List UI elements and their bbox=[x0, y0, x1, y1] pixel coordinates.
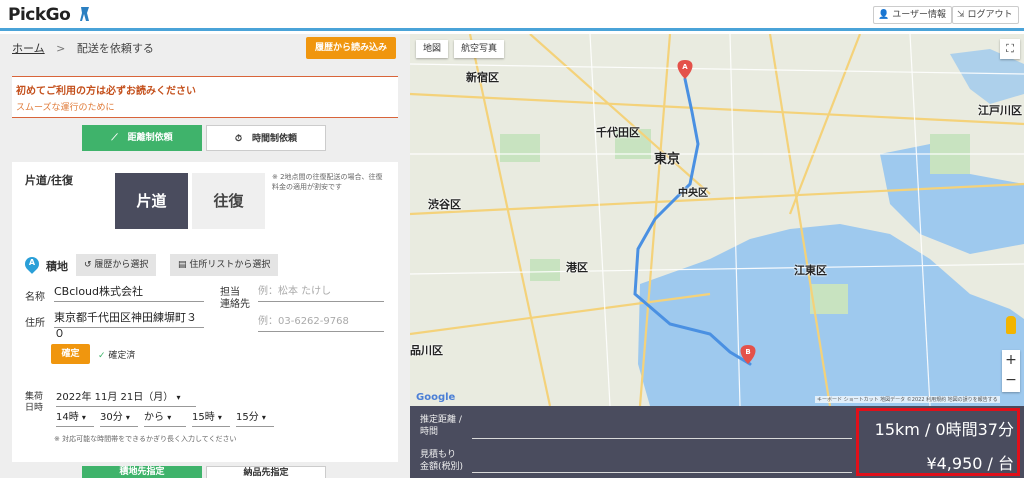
zoom-out-button[interactable]: − bbox=[1002, 371, 1020, 392]
pickup-date-select[interactable]: 2022年 11月 21日（月） ▾ bbox=[56, 391, 196, 407]
top-bar: PickGo 👤 ユーザー情報 ⇲ ログアウト bbox=[0, 0, 1024, 31]
map-view-tab[interactable]: 地図 bbox=[416, 40, 449, 58]
map-panel: A B 地図 航空写真 ⛶ 新宿区 千代田区 東京 中央区 渋谷区 港区 江東区… bbox=[410, 34, 1024, 478]
tab-distance-request[interactable]: ⟋ 距離制依頼 bbox=[82, 125, 202, 151]
zoom-in-button[interactable]: + bbox=[1002, 350, 1020, 371]
estimate-summary: 推定距離 / 時間 15km / 0時間37分 見積もり 金額(税別) ¥4,9… bbox=[410, 406, 1024, 478]
from-hour-select[interactable]: 14時 ▾ bbox=[56, 411, 94, 427]
satellite-view-tab[interactable]: 航空写真 bbox=[454, 40, 505, 58]
add-destination-button[interactable]: 積地先指定 bbox=[82, 466, 202, 478]
zoom-control: + − bbox=[1002, 350, 1020, 392]
logout-button[interactable]: ⇲ ログアウト bbox=[952, 6, 1019, 24]
marker-b-letter: B bbox=[745, 348, 751, 356]
time-note: ※ 対応可能な時間帯をできるかぎり長く入力してください bbox=[54, 435, 237, 443]
pickup-time-label: 集荷 日時 bbox=[25, 392, 44, 413]
history-icon: ↺ bbox=[84, 260, 92, 270]
map-label-shibuya: 渋谷区 bbox=[428, 198, 461, 211]
trend-icon: ⟋ bbox=[111, 133, 118, 143]
breadcrumb-current: 配送を依頼する bbox=[76, 42, 154, 55]
from-minute-select[interactable]: 30分 ▾ bbox=[100, 411, 138, 427]
map-canvas bbox=[410, 34, 1024, 406]
first-time-notice: 初めてご利用の方は必ずお読みください スムーズな運行のために bbox=[12, 76, 398, 118]
breadcrumb: ホーム > 配送を依頼する bbox=[12, 40, 154, 56]
map-label-minato: 港区 bbox=[566, 261, 588, 274]
divider bbox=[472, 472, 852, 473]
map-label-shinagawa: 品川区 bbox=[410, 344, 443, 357]
distance-label: 推定距離 / 時間 bbox=[420, 415, 462, 437]
map-attribution[interactable]: キーボード ショートカット 地図データ ©2022 利用規約 地図の誤りを報告す… bbox=[815, 396, 1000, 403]
logout-icon: ⇲ bbox=[957, 10, 965, 20]
highlight-box bbox=[856, 408, 1020, 476]
name-label: 名称 bbox=[25, 292, 45, 303]
map-label-tokyo: 東京 bbox=[654, 152, 681, 167]
chevron-down-icon: ▾ bbox=[81, 413, 86, 422]
pegman-icon[interactable] bbox=[1006, 316, 1016, 334]
google-logo: Google bbox=[416, 392, 456, 403]
map-label-chuo: 中央区 bbox=[678, 188, 708, 199]
pickup-address-list-button[interactable]: ▤ 住所リストから選択 bbox=[170, 254, 279, 276]
check-icon: ✓ bbox=[98, 351, 106, 361]
address-label: 住所 bbox=[25, 318, 45, 329]
load-from-history-button[interactable]: 履歴から読み込み bbox=[306, 37, 396, 59]
confirm-button[interactable]: 確定 bbox=[51, 344, 90, 364]
chevron-down-icon: ▾ bbox=[167, 413, 172, 422]
divider bbox=[472, 438, 852, 439]
round-trip-note: ※ 2地点間の往復配送の場合、往復料金の適用が割安です bbox=[272, 173, 383, 191]
fullscreen-icon[interactable]: ⛶ bbox=[1000, 39, 1020, 59]
one-way-button[interactable]: 片道 bbox=[115, 173, 188, 229]
price-label: 見積もり 金額(税別) bbox=[420, 450, 464, 472]
breadcrumb-home-link[interactable]: ホーム bbox=[12, 42, 45, 55]
address-field[interactable]: 東京都千代田区神田練塀町３０ bbox=[54, 310, 204, 340]
pickup-label: 積地 bbox=[46, 260, 68, 273]
pickup-marker-letter: A bbox=[28, 258, 36, 267]
phone-field[interactable]: 例：03-6262-9768 bbox=[258, 314, 384, 332]
map-label-edogawa: 江戸川区 bbox=[978, 104, 1022, 117]
request-form-panel: ホーム > 配送を依頼する 履歴から読み込み 初めてご利用の方は必ずお読みくださ… bbox=[0, 34, 410, 478]
contact-label: 担当 連絡先 bbox=[220, 287, 250, 310]
confirmed-status: ✓ 確定済 bbox=[98, 351, 136, 361]
marker-a-letter: A bbox=[682, 63, 688, 71]
person-field[interactable]: 例：松本 たけし bbox=[258, 284, 384, 302]
to-minute-select[interactable]: 15分 ▾ bbox=[236, 411, 274, 427]
pickgo-logo[interactable]: PickGo bbox=[8, 5, 91, 25]
notice-title: 初めてご利用の方は必ずお読みください bbox=[16, 86, 196, 97]
request-form: 片道/往復 片道 往復 ※ 2地点間の往復配送の場合、往復料金の適用が割安です … bbox=[12, 162, 398, 462]
to-hour-select[interactable]: 15時 ▾ bbox=[192, 411, 230, 427]
stopwatch-icon: ⏱ bbox=[234, 134, 242, 144]
breadcrumb-separator: > bbox=[56, 42, 66, 55]
chevron-down-icon: ▾ bbox=[217, 413, 222, 422]
round-trip-button[interactable]: 往復 bbox=[192, 173, 265, 229]
chevron-down-icon: ▾ bbox=[176, 393, 181, 402]
user-icon: 👤 bbox=[878, 10, 890, 20]
chevron-down-icon: ▾ bbox=[261, 413, 266, 422]
delivery-destination-button[interactable]: 納品先指定 bbox=[206, 466, 326, 478]
map-label-koto: 江東区 bbox=[794, 264, 827, 277]
range-select[interactable]: から ▾ bbox=[144, 411, 186, 427]
map-label-shinjuku: 新宿区 bbox=[466, 71, 499, 84]
user-info-button[interactable]: 👤 ユーザー情報 bbox=[873, 6, 953, 24]
tab-time-request[interactable]: ⏱ 時間制依頼 bbox=[206, 125, 326, 151]
map-label-chiyoda: 千代田区 bbox=[596, 126, 640, 139]
chevron-down-icon: ▾ bbox=[125, 413, 130, 422]
clipboard-icon: ▤ bbox=[178, 260, 187, 270]
pickup-history-button[interactable]: ↺ 履歴から選択 bbox=[76, 254, 157, 276]
notice-link[interactable]: スムーズな運行のために bbox=[16, 100, 115, 113]
name-field[interactable]: CBcloud株式会社 bbox=[54, 284, 204, 302]
trip-type-label: 片道/往復 bbox=[25, 174, 74, 187]
logo-mark-icon bbox=[79, 7, 89, 21]
route-map[interactable]: A B 地図 航空写真 ⛶ 新宿区 千代田区 東京 中央区 渋谷区 港区 江東区… bbox=[410, 34, 1024, 406]
